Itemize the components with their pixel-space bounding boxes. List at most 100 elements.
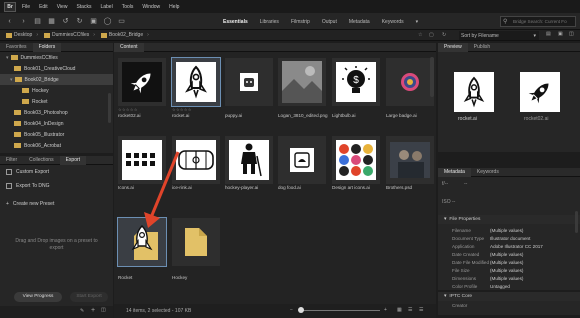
tab-folders[interactable]: Folders (32, 42, 62, 52)
output-icon[interactable]: ▭ (117, 17, 126, 26)
rating-stars[interactable]: ☆☆☆☆☆ (172, 107, 192, 112)
menu-edit[interactable]: Edit (39, 4, 48, 10)
file-properties-header[interactable]: ▾ File Properties (438, 215, 580, 224)
camera-icon[interactable]: ▣ (89, 17, 98, 26)
thumbnail-rocket02[interactable] (118, 58, 166, 106)
tab-keywords[interactable]: Keywords (471, 168, 505, 177)
iptc-core: Creator (438, 301, 580, 315)
search-icon: ⚲ (503, 19, 508, 25)
menu-stacks[interactable]: Stacks (76, 4, 91, 10)
menu-tools[interactable]: Tools (122, 4, 134, 10)
workspace-libraries[interactable]: Libraries (260, 19, 279, 25)
rotate-right-icon[interactable]: ↻ (75, 17, 84, 26)
folder-item[interactable]: Book05_Illustrator (0, 129, 113, 140)
folder-item[interactable]: Book06_Acrobat (0, 140, 113, 151)
thumbnail-size-slider[interactable] (300, 310, 380, 311)
start-export-button[interactable]: Start Export (70, 292, 108, 302)
breadcrumb-dummies[interactable]: DummiesCCfiles (44, 32, 89, 38)
rating-stars[interactable]: ☆☆☆☆☆ (118, 107, 138, 112)
tab-export[interactable]: Export (59, 155, 87, 165)
export-icon (6, 183, 12, 189)
tab-collections[interactable]: Collections (23, 156, 59, 165)
meta-row: Filename (Multiple values) (452, 227, 524, 233)
preview-rocket02[interactable] (520, 72, 560, 112)
open-recent-icon[interactable]: ◯ (103, 17, 112, 26)
folder-icon (6, 32, 12, 38)
thumbnail-puppy[interactable] (225, 58, 273, 106)
tab-publish[interactable]: Publish (468, 43, 496, 52)
breadcrumb-desktop[interactable]: Desktop (6, 32, 32, 38)
folder-item[interactable]: ▾ DummiesCCfiles (0, 52, 113, 63)
menu-help[interactable]: Help (169, 4, 179, 10)
folder-icon (44, 32, 51, 38)
export-item-dng[interactable]: Export To DNG (0, 179, 113, 193)
trash-icon[interactable]: ◫ (101, 307, 106, 313)
tab-filter[interactable]: Filter (0, 156, 23, 165)
recent-folder-icon[interactable]: ▤ (33, 17, 42, 26)
content-scrollbar[interactable] (430, 57, 434, 97)
workspace-essentials[interactable]: Essentials (223, 19, 248, 25)
folders-scrollbar[interactable] (108, 93, 111, 123)
details-view-icon[interactable]: ☰ (408, 307, 412, 313)
thumbnail-design-art-icons[interactable] (332, 136, 380, 184)
folder-item-selected[interactable]: ▾ Book02_Bridge (0, 74, 113, 85)
thumbnail-dog-food[interactable] (278, 136, 326, 184)
grid-view-icon[interactable]: ▦ (397, 307, 402, 313)
new-window-icon[interactable]: ▣ (558, 31, 563, 37)
thumbnail-lightbulb[interactable]: $ (332, 58, 380, 106)
meta-row: Date Created (Multiple values) (452, 251, 524, 257)
rotate-left-icon[interactable]: ↺ (61, 17, 70, 26)
forward-icon[interactable]: › (19, 17, 28, 26)
breadcrumb-book02[interactable]: Book02_Bridge (100, 32, 143, 38)
edit-icon[interactable]: ✎ (80, 308, 84, 314)
folder-item[interactable]: Book03_Photoshop (0, 107, 113, 118)
tab-favorites[interactable]: Favorites (0, 43, 33, 52)
tab-content[interactable]: Content (114, 42, 144, 52)
view-progress-button[interactable]: View Progress (14, 292, 62, 302)
menu-file[interactable]: File (22, 4, 30, 10)
thumbnail-rocket[interactable] (171, 57, 221, 107)
workspace-menu-chevron-icon[interactable]: ▾ (416, 19, 419, 25)
path-bar: Desktop › DummiesCCfiles › Book02_Bridge… (0, 30, 580, 41)
menu-window[interactable]: Window (142, 4, 160, 10)
rotate-icon[interactable]: ↻ (442, 32, 446, 38)
new-folder-icon[interactable]: ▤ (546, 31, 551, 37)
back-icon[interactable]: ‹ (5, 17, 14, 26)
folder-item[interactable]: Rocket (0, 96, 113, 107)
tab-metadata[interactable]: Metadata (438, 167, 471, 177)
thumbnail-large-badge[interactable] (386, 58, 434, 106)
thumbnail-hockey-player[interactable] (225, 136, 273, 184)
list-view-icon[interactable]: ☰ (419, 307, 423, 313)
folder-item[interactable]: Book01_CreativeCloud (0, 63, 113, 74)
search-input[interactable]: Bridge Search: Current Fo (500, 16, 576, 27)
menu-label[interactable]: Label (100, 4, 112, 10)
folder-item[interactable]: Book04_InDesign (0, 118, 113, 129)
quality-icon[interactable]: ▢ (429, 32, 434, 38)
menu-view[interactable]: View (57, 4, 68, 10)
refine-icon[interactable]: ▦ (47, 17, 56, 26)
workspace-filmstrip[interactable]: Filmstrip (291, 19, 310, 25)
thumbnail-logan[interactable] (278, 58, 326, 106)
workspace-keywords[interactable]: Keywords (382, 19, 404, 25)
delete-icon[interactable]: ◫ (569, 31, 574, 37)
add-icon[interactable]: + (91, 307, 95, 314)
iptc-core-header[interactable]: ▾ IPTC Core (438, 292, 580, 301)
export-hint: Drag and Drop images on a preset to expo… (15, 238, 98, 251)
zoom-in-icon[interactable]: + (384, 307, 387, 313)
slider-thumb[interactable] (298, 307, 304, 313)
create-preset[interactable]: + Create new Preset (0, 197, 113, 211)
workspace-metadata[interactable]: Metadata (349, 19, 370, 25)
meta-row: Dimensions (Multiple values) (452, 275, 524, 281)
bridge-logo: Br (4, 1, 16, 12)
export-item-custom[interactable]: Custom Export (0, 165, 113, 179)
thumbnail-brothers[interactable] (386, 136, 434, 184)
star-filter-icon[interactable]: ☆ (418, 32, 422, 38)
metadata-scrollbar[interactable] (575, 211, 578, 233)
preview-rocket[interactable] (454, 72, 494, 112)
tab-preview[interactable]: Preview (438, 42, 468, 52)
sort-dropdown[interactable]: Sort by Filename ▾ (459, 31, 539, 40)
status-bar: 14 items, 2 selected - 107 KB − + ▦ ☰ ☰ (114, 304, 436, 318)
folder-item[interactable]: Hockey (0, 85, 113, 96)
zoom-out-icon[interactable]: − (290, 307, 293, 313)
workspace-output[interactable]: Output (322, 19, 337, 25)
